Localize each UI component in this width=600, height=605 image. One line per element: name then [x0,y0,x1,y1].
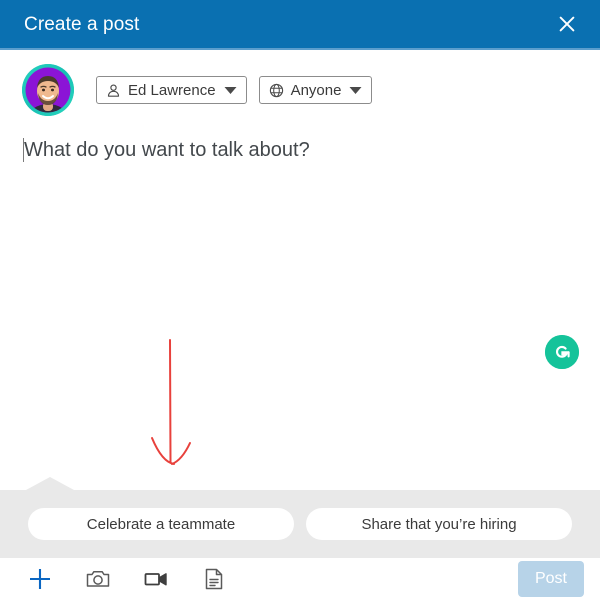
avatar-image [22,64,74,116]
close-icon [557,14,577,34]
suggestion-share-hiring[interactable]: Share that you’re hiring [306,508,572,540]
suggestion-celebrate-teammate[interactable]: Celebrate a teammate [28,508,294,540]
camera-icon[interactable] [80,561,116,597]
close-button[interactable] [550,7,584,41]
author-selector[interactable]: Ed Lawrence [96,76,247,104]
add-plus-icon[interactable] [22,561,58,597]
page-title: Create a post [24,13,140,35]
audience-name: Anyone [290,82,342,99]
avatar[interactable] [22,64,74,116]
media-action-icons [22,561,232,597]
person-icon [106,83,121,98]
chevron-down-icon [349,86,362,95]
create-post-dialog: Create a post Ed Lawrence Anyone What do… [0,0,600,597]
identity-row: Ed Lawrence Anyone [0,50,600,116]
chevron-down-icon [224,86,237,95]
video-camera-icon[interactable] [138,561,174,597]
action-bar: Post [0,553,600,605]
document-icon[interactable] [196,561,232,597]
suggestions-footer: Celebrate a teammate Share that you’re h… [0,477,600,558]
globe-icon [269,83,284,98]
grammarly-glyph [545,335,579,369]
post-button[interactable]: Post [517,561,584,597]
dialog-header: Create a post [0,0,600,50]
audience-selector[interactable]: Anyone [258,76,373,104]
editor-placeholder: What do you want to talk about? [24,139,310,161]
author-name: Ed Lawrence [128,82,216,99]
footer-caret-icon [26,477,74,490]
grammarly-icon[interactable] [545,335,579,369]
